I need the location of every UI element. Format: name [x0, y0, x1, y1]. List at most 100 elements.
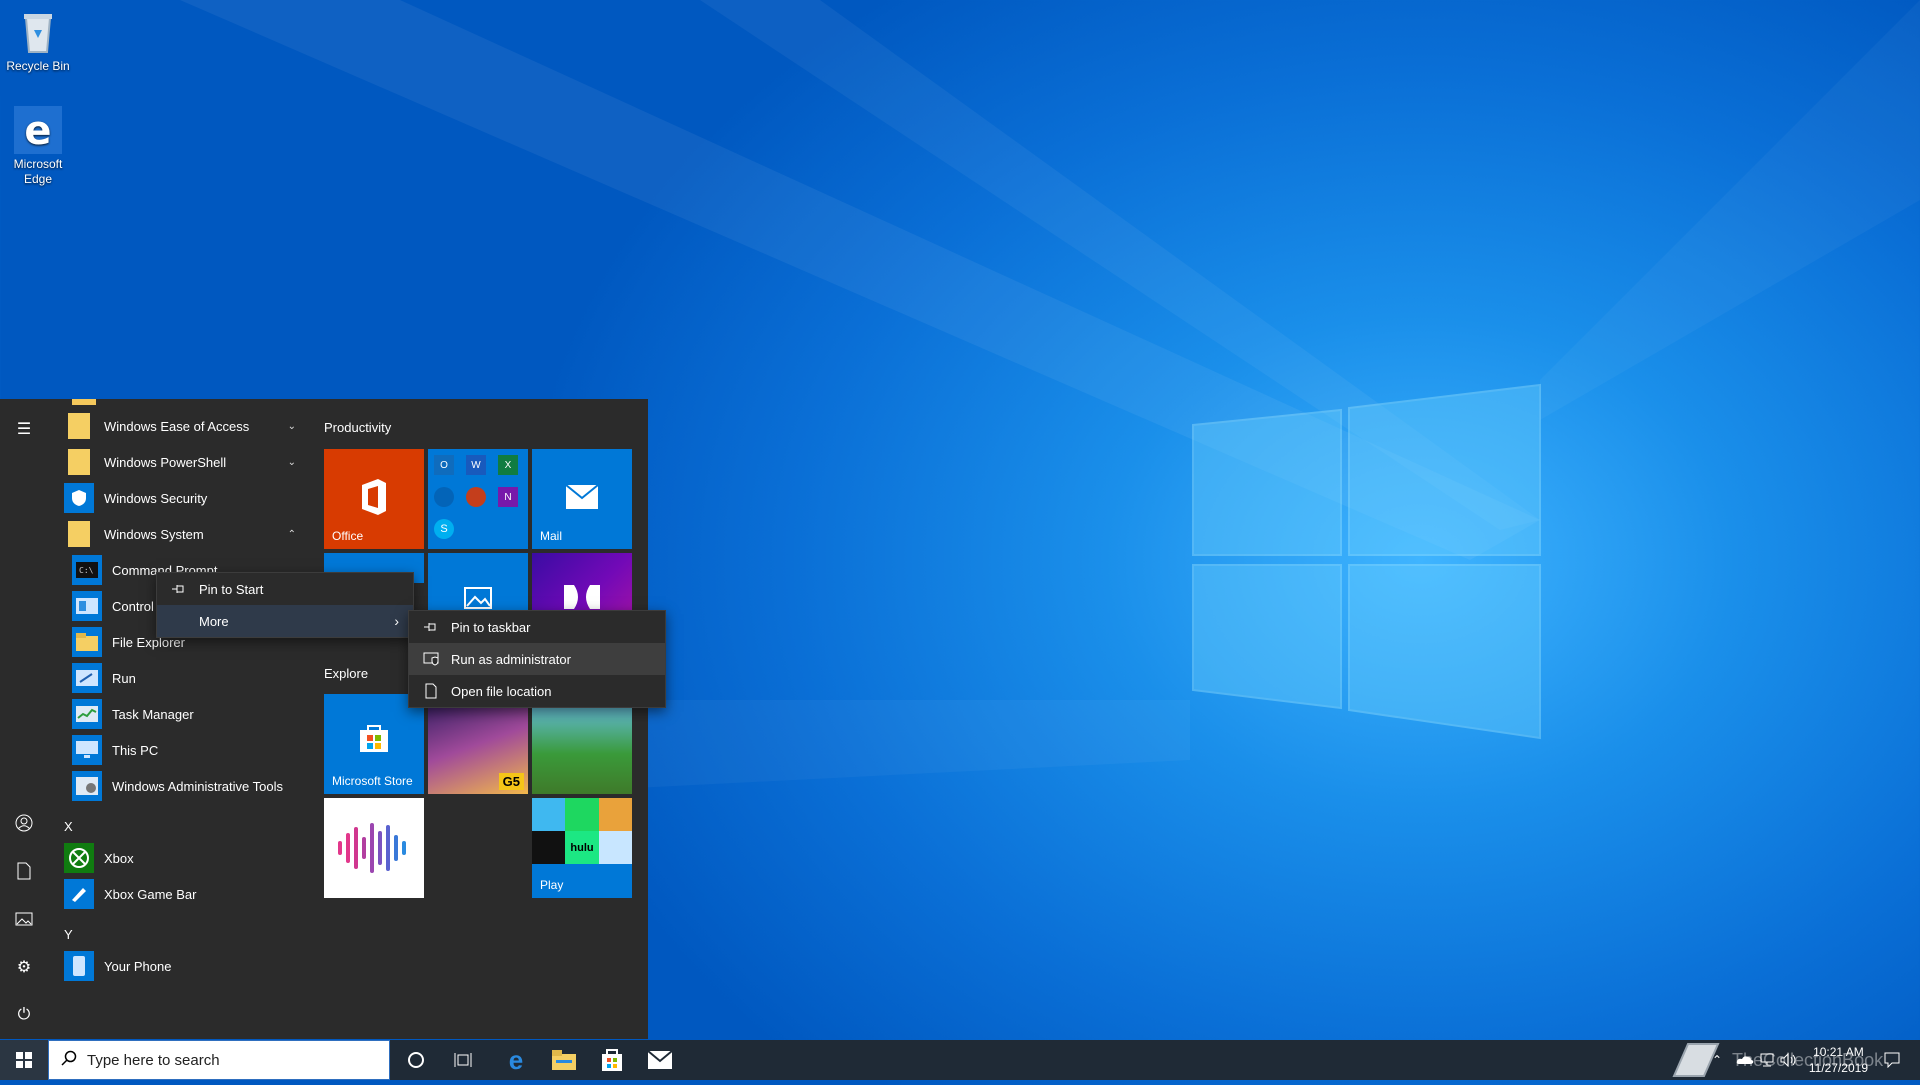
app-label: Xbox Game Bar: [104, 886, 197, 902]
folder-icon: [64, 447, 94, 477]
desktop-icon-microsoft-edge[interactable]: e Microsoft Edge: [0, 106, 76, 187]
context-menu: Pin to Start More ›: [156, 572, 414, 638]
taskbar-file-explorer[interactable]: [540, 1040, 588, 1080]
volume-icon[interactable]: [1780, 1040, 1798, 1080]
app-run[interactable]: Run: [72, 662, 310, 694]
tile-voice-recorder[interactable]: [324, 798, 424, 898]
disney-icon: [599, 831, 632, 864]
menu-item-more[interactable]: More ›: [157, 605, 413, 637]
letter-header-x[interactable]: X: [64, 819, 73, 834]
search-box[interactable]: Type here to search: [48, 1040, 390, 1080]
admin-tools-icon: [72, 771, 102, 801]
tile-play-folder[interactable]: hulu Play: [532, 798, 632, 898]
taskbar-microsoft-store[interactable]: [588, 1040, 636, 1080]
app-xbox[interactable]: Xbox: [64, 842, 304, 874]
app-label: Windows Security: [104, 490, 208, 506]
tile-office-apps-folder[interactable]: O W X N S: [428, 449, 528, 549]
power-icon[interactable]: ⏻: [12, 1003, 36, 1027]
task-view-button[interactable]: [442, 1040, 486, 1080]
tile-microsoft-store[interactable]: Microsoft Store: [324, 694, 424, 794]
menu-item-pin-to-taskbar[interactable]: Pin to taskbar: [409, 611, 665, 643]
tile-game-g5[interactable]: G5: [428, 694, 528, 794]
chevron-down-icon[interactable]: ⌄: [288, 457, 296, 468]
windows-start-icon: [16, 1052, 32, 1068]
tile-label: Microsoft Store: [332, 774, 413, 788]
pin-icon: [171, 581, 187, 597]
excel-icon: X: [498, 455, 518, 475]
menu-item-pin-to-start[interactable]: Pin to Start: [157, 573, 413, 605]
app-label: Windows Administrative Tools: [112, 778, 283, 794]
clock-time: 10:21 AM: [1813, 1045, 1864, 1059]
store-bag-icon: [360, 725, 388, 752]
settings-gear-icon[interactable]: ⚙: [12, 955, 36, 979]
app-windows-administrative-tools[interactable]: Windows Administrative Tools: [72, 770, 310, 802]
taskbar-edge[interactable]: e: [492, 1040, 540, 1080]
chevron-down-icon[interactable]: ⌄: [288, 421, 296, 432]
app-windows-system[interactable]: Windows System ⌃: [64, 518, 304, 550]
tile-office[interactable]: Office: [324, 449, 424, 549]
menu-item-label: Pin to taskbar: [451, 619, 531, 635]
app-task-manager[interactable]: Task Manager: [72, 698, 310, 730]
desktop-icon-label: Microsoft Edge: [13, 157, 63, 186]
tile-mail[interactable]: Mail: [532, 449, 632, 549]
search-placeholder: Type here to search: [87, 1051, 220, 1069]
cortana-button[interactable]: [394, 1040, 438, 1080]
folder-icon-partial: [72, 399, 96, 405]
svg-text:e: e: [24, 108, 51, 154]
system-clock[interactable]: 10:21 AM 11/27/2019: [1809, 1044, 1868, 1076]
menu-item-label: More: [199, 613, 229, 629]
desktop-icon-recycle-bin[interactable]: Recycle Bin: [0, 8, 76, 74]
candy-crush-icon: [532, 798, 565, 831]
run-icon: [72, 663, 102, 693]
app-windows-powershell[interactable]: Windows PowerShell ⌄: [64, 446, 304, 478]
group-header-productivity[interactable]: Productivity: [324, 420, 391, 435]
tile-label: Play: [540, 878, 564, 892]
app-windows-ease-of-access[interactable]: Windows Ease of Access ⌄: [64, 410, 304, 442]
chevron-up-icon: ⌃: [1712, 1053, 1723, 1067]
search-icon: [61, 1050, 77, 1070]
show-hidden-icons-button[interactable]: ⌃: [1712, 1040, 1728, 1080]
pin-icon: [423, 619, 439, 635]
office-icon: [362, 479, 386, 515]
user-account-icon[interactable]: [12, 811, 36, 835]
mail-envelope-icon: [648, 1051, 672, 1069]
app-this-pc[interactable]: This PC: [72, 734, 310, 766]
this-pc-icon: [72, 735, 102, 765]
app-your-phone[interactable]: Your Phone: [64, 950, 304, 982]
pictures-icon[interactable]: [12, 907, 36, 931]
netflix-icon: [532, 831, 565, 864]
onedrive-tray-icon[interactable]: [1736, 1040, 1754, 1080]
app-label: Windows System: [104, 526, 204, 542]
network-icon[interactable]: [1758, 1040, 1776, 1080]
command-prompt-icon: C:\: [72, 555, 102, 585]
start-menu: ☰ ⚙ ⏻ Windows Ease of Access ⌄ Windows P…: [0, 399, 648, 1039]
action-center-button[interactable]: [1880, 1040, 1904, 1080]
windows-logo-wallpaper: [1192, 383, 1541, 740]
menu-item-run-as-administrator[interactable]: Run as administrator: [409, 643, 665, 675]
tile-game-cooking[interactable]: [532, 694, 632, 794]
recycle-bin-icon: [14, 8, 62, 56]
tiles-area: Productivity Office O W X N S Mail Explo…: [310, 399, 648, 1039]
folder-icon: [64, 519, 94, 549]
app-xbox-game-bar[interactable]: Xbox Game Bar: [64, 878, 304, 910]
taskbar-mail[interactable]: [636, 1040, 684, 1080]
document-icon: [423, 683, 439, 699]
chevron-up-icon[interactable]: ⌃: [288, 529, 296, 540]
shield-admin-icon: [423, 651, 439, 667]
start-rail: ☰ ⚙ ⏻: [0, 399, 48, 1039]
skype-icon: S: [434, 519, 454, 539]
notification-icon: [1884, 1052, 1900, 1068]
chevron-right-icon: ›: [394, 613, 399, 629]
letter-header-y[interactable]: Y: [64, 927, 73, 942]
menu-item-open-file-location[interactable]: Open file location: [409, 675, 665, 707]
app-label: Task Manager: [112, 706, 194, 722]
app-windows-security[interactable]: Windows Security: [64, 482, 304, 514]
start-button[interactable]: [0, 1040, 48, 1080]
group-header-explore[interactable]: Explore: [324, 666, 368, 681]
context-submenu: Pin to taskbar Run as administrator Open…: [408, 610, 666, 708]
hamburger-menu-icon[interactable]: ☰: [12, 417, 36, 441]
taskbar: Type here to search e TheCollectionBook …: [0, 1040, 1920, 1080]
control-panel-icon: [72, 591, 102, 621]
documents-icon[interactable]: [12, 859, 36, 883]
edge-icon: e: [14, 106, 62, 154]
